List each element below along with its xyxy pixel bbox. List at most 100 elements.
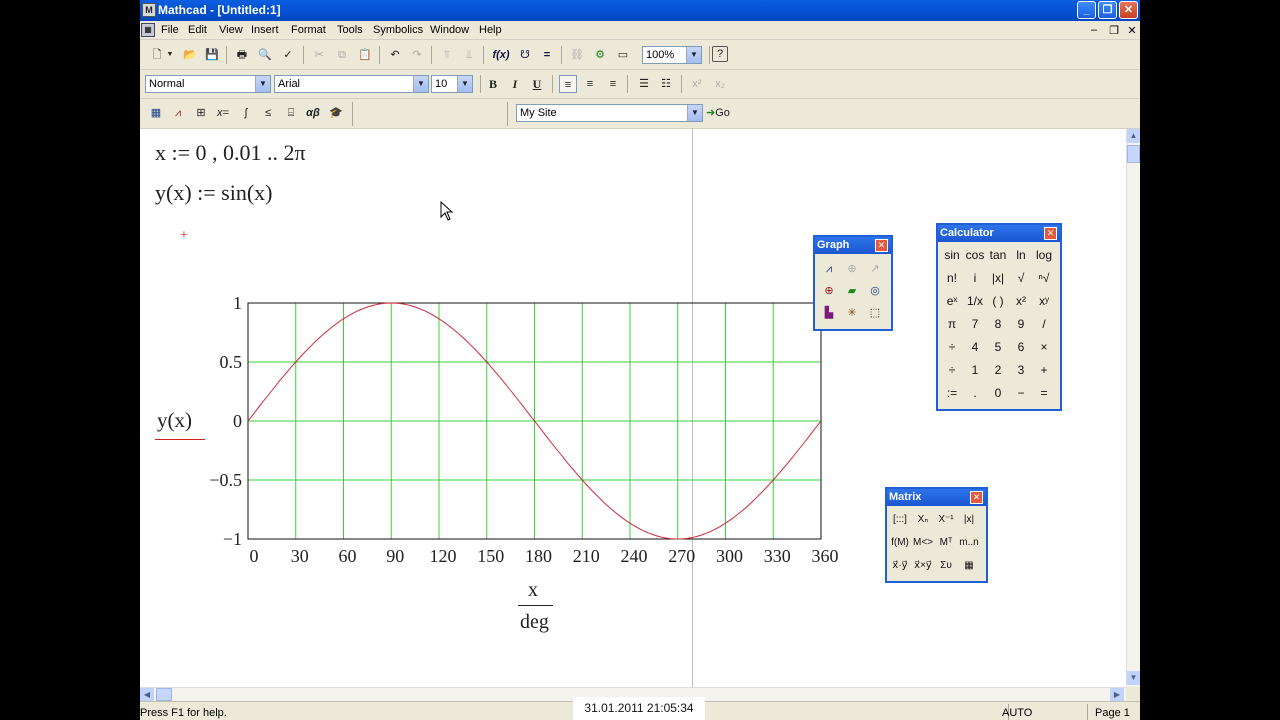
symbolic-toolbar-icon[interactable]: 🎓: [327, 104, 345, 122]
calc-key[interactable]: 1: [964, 360, 986, 381]
print-preview-icon[interactable]: 🔍: [256, 46, 274, 64]
close-icon[interactable]: ✕: [1044, 227, 1057, 240]
matrix-key[interactable]: ▦: [959, 556, 979, 576]
close-icon[interactable]: ✕: [875, 239, 888, 252]
align-down-icon[interactable]: ⫫: [460, 46, 478, 64]
menu-edit[interactable]: Edit: [188, 24, 207, 36]
undo-icon[interactable]: ↶: [386, 46, 404, 64]
graph-toolbar-icon[interactable]: ⩘: [169, 104, 187, 122]
bold-button[interactable]: B: [484, 75, 502, 93]
surface-plot-icon[interactable]: ▰: [842, 281, 862, 301]
calculator-palette-title[interactable]: Calculator: [938, 225, 1060, 242]
bullet-list-icon[interactable]: ☰: [635, 75, 653, 93]
subscript-icon[interactable]: x₂: [711, 75, 729, 93]
superscript-icon[interactable]: x²: [688, 75, 706, 93]
calculus-toolbar-icon[interactable]: ∫: [237, 104, 255, 122]
copy-icon[interactable]: ⧉: [333, 46, 351, 64]
close-icon[interactable]: ✕: [970, 491, 983, 504]
calc-key[interactable]: √: [1010, 268, 1032, 289]
menu-file[interactable]: File: [161, 24, 179, 36]
3d-bar-icon[interactable]: ▙: [819, 303, 839, 323]
programming-toolbar-icon[interactable]: ⌸: [282, 104, 300, 122]
calc-key[interactable]: 7: [964, 314, 986, 335]
calc-key[interactable]: sin: [941, 245, 963, 266]
resource-center-icon[interactable]: ▭: [614, 46, 632, 64]
vector-field-icon[interactable]: ⬚: [865, 303, 885, 323]
maximize-button[interactable]: ❐: [1098, 1, 1117, 19]
doc-minimize-button[interactable]: –: [1088, 24, 1100, 36]
cut-icon[interactable]: ✂: [310, 46, 328, 64]
site-select[interactable]: My Site ▼: [516, 104, 703, 122]
matrix-key[interactable]: m..n: [959, 533, 979, 553]
paste-icon[interactable]: 📋: [356, 46, 374, 64]
contour-plot-icon[interactable]: ◎: [865, 281, 885, 301]
calc-key[interactable]: 1/x: [964, 291, 986, 312]
help-icon[interactable]: ?: [712, 46, 728, 62]
calculate-icon[interactable]: =: [538, 46, 556, 64]
new-dropdown-icon[interactable]: ▼: [166, 46, 174, 64]
print-icon[interactable]: 🖶: [233, 46, 251, 64]
align-left-icon[interactable]: ≡: [559, 75, 577, 93]
calc-key[interactable]: .: [964, 383, 986, 404]
calc-key[interactable]: |x|: [987, 268, 1009, 289]
insert-hyperlink-icon[interactable]: ⛓: [568, 46, 586, 64]
redo-icon[interactable]: ↷: [408, 46, 426, 64]
calc-key[interactable]: 6: [1010, 337, 1032, 358]
open-icon[interactable]: 📂: [181, 46, 199, 64]
calc-key[interactable]: /: [1033, 314, 1055, 335]
calc-key[interactable]: ÷: [941, 337, 963, 358]
style-select[interactable]: Normal ▼: [145, 75, 271, 93]
calc-key[interactable]: xʸ: [1033, 291, 1055, 312]
doc-close-button[interactable]: ✕: [1126, 24, 1138, 37]
spell-check-icon[interactable]: ✓: [279, 46, 297, 64]
matrix-key[interactable]: Xₙ: [913, 510, 933, 530]
boolean-toolbar-icon[interactable]: ≤: [259, 104, 277, 122]
align-right-icon[interactable]: ≡: [604, 75, 622, 93]
calc-key[interactable]: 5: [987, 337, 1009, 358]
evaluation-toolbar-icon[interactable]: x=: [214, 104, 232, 122]
calc-key[interactable]: tan: [987, 245, 1009, 266]
matrix-key[interactable]: X⁻¹: [936, 510, 956, 530]
align-top-icon[interactable]: ⫪: [438, 46, 456, 64]
trace-icon[interactable]: ↗: [865, 259, 885, 279]
close-button[interactable]: ✕: [1119, 1, 1138, 19]
zoom-select[interactable]: 100% ▼: [642, 46, 702, 64]
calc-key[interactable]: 0: [987, 383, 1009, 404]
calc-key[interactable]: =: [1033, 383, 1055, 404]
calculator-toolbar-icon[interactable]: ▦: [147, 104, 165, 122]
greek-toolbar-icon[interactable]: αβ: [304, 104, 322, 122]
calc-key[interactable]: ÷: [941, 360, 963, 381]
save-icon[interactable]: 💾: [203, 46, 221, 64]
polar-plot-icon[interactable]: ⊕: [842, 259, 862, 279]
scroll-left-icon[interactable]: ◀: [140, 688, 154, 701]
calc-key[interactable]: x²: [1010, 291, 1032, 312]
calc-key[interactable]: π: [941, 314, 963, 335]
italic-button[interactable]: I: [506, 75, 524, 93]
scroll-thumb[interactable]: [156, 688, 172, 701]
calc-key[interactable]: 8: [987, 314, 1009, 335]
xy-plot-icon[interactable]: ⩘: [819, 259, 839, 279]
x-axis-numerator[interactable]: x: [528, 579, 538, 602]
matrix-key[interactable]: M<>: [913, 533, 933, 553]
underline-button[interactable]: U: [528, 75, 546, 93]
calc-key[interactable]: log: [1033, 245, 1055, 266]
matrix-key[interactable]: Mᵀ: [936, 533, 956, 553]
size-select[interactable]: 10 ▼: [431, 75, 473, 93]
calc-key[interactable]: 9: [1010, 314, 1032, 335]
numbered-list-icon[interactable]: ☷: [657, 75, 675, 93]
align-center-icon[interactable]: ≡: [581, 75, 599, 93]
x-axis-denominator[interactable]: deg: [520, 611, 549, 634]
menu-view[interactable]: View: [219, 24, 243, 36]
matrix-key[interactable]: |x|: [959, 510, 979, 530]
doc-restore-button[interactable]: ❐: [1108, 24, 1120, 37]
calc-key[interactable]: −: [1010, 383, 1032, 404]
calc-key[interactable]: ×: [1033, 337, 1055, 358]
vertical-scrollbar[interactable]: ▲ ▼: [1126, 129, 1140, 687]
calc-key[interactable]: 3: [1010, 360, 1032, 381]
minimize-button[interactable]: _: [1077, 1, 1096, 19]
matrix-key[interactable]: x⃗×y⃗: [913, 556, 933, 576]
insert-unit-icon[interactable]: ☋: [516, 46, 534, 64]
menu-window[interactable]: Window: [430, 24, 469, 36]
calc-key[interactable]: 2: [987, 360, 1009, 381]
document-icon[interactable]: ▦: [141, 23, 155, 37]
